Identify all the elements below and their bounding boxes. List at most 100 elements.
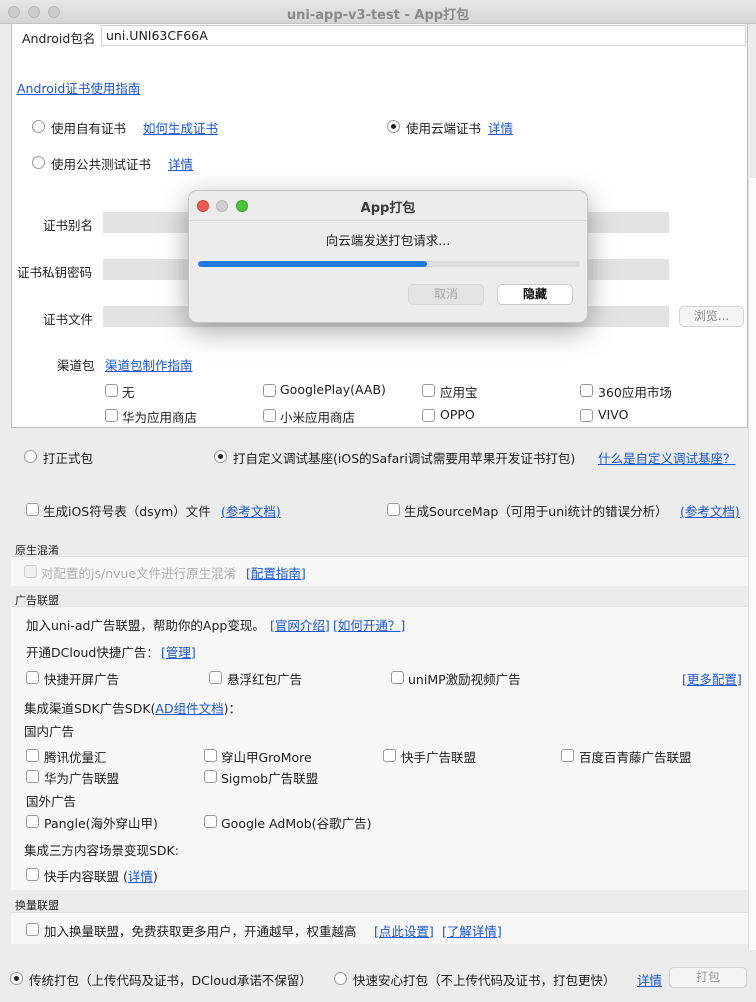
domestic-ad-label: Sigmob广告联盟 xyxy=(221,771,319,786)
cloud-cert-label: 使用云端证书 xyxy=(406,121,482,136)
public-cert-detail-link[interactable]: 详情 xyxy=(168,154,193,173)
channel-checkbox[interactable] xyxy=(105,384,118,397)
traditional-pack-radio[interactable] xyxy=(10,972,23,985)
quick-ad-checkbox[interactable] xyxy=(391,671,404,684)
domestic-ad-checkbox[interactable] xyxy=(26,749,39,762)
channel-item-label: 应用宝 xyxy=(440,385,478,400)
channel-checkbox[interactable] xyxy=(263,409,276,422)
obfuscation-checkbox[interactable] xyxy=(24,565,37,578)
custom-base-label: 打自定义调试基座(iOS的Safari调试需要用苹果开发证书打包) xyxy=(233,451,576,466)
public-cert-radio[interactable] xyxy=(32,156,45,169)
obfuscation-guide-link[interactable]: [配置指南] xyxy=(246,563,306,582)
quick-ad-label: 快捷开屏广告 xyxy=(44,672,120,687)
ad-component-doc-link[interactable]: AD组件文档 xyxy=(155,701,223,716)
ads-how-link[interactable]: [如何开通？] xyxy=(333,615,405,634)
quick-ad-checkbox[interactable] xyxy=(209,671,222,684)
quick-ad-label: uniMP激励视频广告 xyxy=(408,672,521,687)
channel-guide-link[interactable]: 渠道包制作指南 xyxy=(105,355,193,374)
content-sdk-text: 集成三方内容场景变现SDK: xyxy=(24,843,179,858)
domestic-ad-label: 快手广告联盟 xyxy=(401,750,477,765)
obfuscation-label: 对配置的js/nvue文件进行原生混淆 xyxy=(41,566,237,581)
cert-guide-link[interactable]: Android证书使用指南 xyxy=(17,78,140,97)
channel-item-label: OPPO xyxy=(440,407,475,422)
domestic-ad-checkbox[interactable] xyxy=(561,749,574,762)
domestic-ad-label: 百度百青藤广告联盟 xyxy=(579,750,692,765)
pack-button[interactable]: 打包 xyxy=(669,967,747,988)
window-title: uni-app-v3-test - App打包 xyxy=(286,8,470,23)
ads-join-text: 加入uni-ad广告联盟，帮助你的App变现。 xyxy=(26,618,265,633)
custom-base-radio[interactable] xyxy=(214,450,227,463)
channel-item-label: 华为应用商店 xyxy=(122,410,198,425)
cloud-cert-detail-link[interactable]: 详情 xyxy=(488,118,513,137)
public-cert-label: 使用公共测试证书 xyxy=(51,157,152,172)
own-cert-label: 使用自有证书 xyxy=(51,121,127,136)
foreign-ad-checkbox[interactable] xyxy=(26,815,39,828)
fast-pack-radio[interactable] xyxy=(334,972,347,985)
channel-item-label: GooglePlay(AAB) xyxy=(280,382,386,397)
kuaishou-content-checkbox[interactable] xyxy=(26,868,39,881)
custom-base-help-link[interactable]: 什么是自定义调试基座？ xyxy=(598,448,736,467)
channel-checkbox[interactable] xyxy=(263,384,276,397)
window-titlebar: uni-app-v3-test - App打包 xyxy=(0,0,756,24)
formal-build-radio[interactable] xyxy=(24,450,37,463)
cloud-cert-radio[interactable] xyxy=(387,120,400,133)
progress-bar xyxy=(198,261,580,267)
more-config-link[interactable]: [更多配置] xyxy=(682,669,742,688)
foreign-ad-label: Pangle(海外穿山甲) xyxy=(44,816,158,831)
sourcemap-doc-link[interactable]: (参考文档) xyxy=(680,501,740,520)
sourcemap-checkbox[interactable] xyxy=(387,503,400,516)
quick-ads-manage-link[interactable]: [管理] xyxy=(161,642,196,661)
exchange-checkbox[interactable] xyxy=(26,923,39,936)
channel-checkbox[interactable] xyxy=(580,409,593,422)
exchange-label: 加入换量联盟，免费获取更多用户，开通越早，权重越高 xyxy=(44,924,357,939)
channel-item-label: 小米应用商店 xyxy=(280,410,356,425)
exchange-learn-link[interactable]: [了解详情] xyxy=(442,921,502,940)
foreign-ad-checkbox[interactable] xyxy=(204,815,217,828)
formal-build-label: 打正式包 xyxy=(43,451,94,466)
dialog-title: App打包 xyxy=(360,201,416,216)
dsym-label: 生成iOS符号表（dsym）文件 xyxy=(43,504,211,519)
package-name-input[interactable]: uni.UNI63CF66A xyxy=(101,25,746,46)
domestic-ad-checkbox[interactable] xyxy=(204,770,217,783)
dsym-checkbox[interactable] xyxy=(26,503,39,516)
channel-label: 渠道包 xyxy=(57,358,95,373)
exchange-section-title: 换量联盟 xyxy=(15,899,59,912)
quick-ads-text: 开通DCloud快捷广告： xyxy=(26,645,159,660)
channel-checkbox[interactable] xyxy=(105,409,118,422)
domestic-ad-checkbox[interactable] xyxy=(26,770,39,783)
dialog-message: 向云端发送打包请求... xyxy=(325,233,451,248)
channel-item-label: 360应用市场 xyxy=(598,385,672,400)
kuaishou-content-label: 快手内容联盟 (详情) xyxy=(44,869,158,884)
cancel-button[interactable]: 取消 xyxy=(408,284,484,305)
cert-file-label: 证书文件 xyxy=(43,312,94,327)
quick-ad-checkbox[interactable] xyxy=(26,671,39,684)
sourcemap-label: 生成SourceMap（可用于uni统计的错误分析） xyxy=(404,504,668,519)
ads-intro-link[interactable]: [官网介绍] xyxy=(270,615,330,634)
domestic-ad-checkbox[interactable] xyxy=(204,749,217,762)
pack-detail-link[interactable]: 详情 xyxy=(637,970,662,989)
cert-alias-label: 证书别名 xyxy=(43,218,94,233)
channel-checkbox[interactable] xyxy=(422,409,435,422)
hide-button[interactable]: 隐藏 xyxy=(497,284,573,305)
own-cert-radio[interactable] xyxy=(32,120,45,133)
channel-checkbox[interactable] xyxy=(580,384,593,397)
channel-checkbox[interactable] xyxy=(422,384,435,397)
exchange-setup-link[interactable]: [点此设置] xyxy=(374,921,434,940)
domestic-ad-label: 穿山甲GroMore xyxy=(221,750,312,765)
kuaishou-content-detail-link[interactable]: 详情 xyxy=(128,869,153,884)
progress-fill xyxy=(198,261,428,267)
package-name-label: Android包名 xyxy=(22,31,96,46)
domestic-ad-label: 腾讯优量汇 xyxy=(44,750,107,765)
channel-item-label: 无 xyxy=(122,385,135,400)
sdk-text: 集成渠道SDK广告SDK(AD组件文档)： xyxy=(24,701,241,716)
packing-dialog: App打包 向云端发送打包请求... 取消 隐藏 xyxy=(188,190,588,323)
browse-button[interactable]: 浏览... xyxy=(679,306,744,327)
domestic-ads-label: 国内广告 xyxy=(24,724,75,739)
scrollbar-track[interactable] xyxy=(748,178,756,950)
dsym-doc-link[interactable]: (参考文档) xyxy=(221,501,281,520)
domestic-ad-checkbox[interactable] xyxy=(383,749,396,762)
how-to-generate-cert-link[interactable]: 如何生成证书 xyxy=(143,118,218,137)
channel-item-label: VIVO xyxy=(598,407,629,422)
cert-key-label: 证书私钥密码 xyxy=(17,265,93,280)
foreign-ad-label: Google AdMob(谷歌广告) xyxy=(221,816,372,831)
